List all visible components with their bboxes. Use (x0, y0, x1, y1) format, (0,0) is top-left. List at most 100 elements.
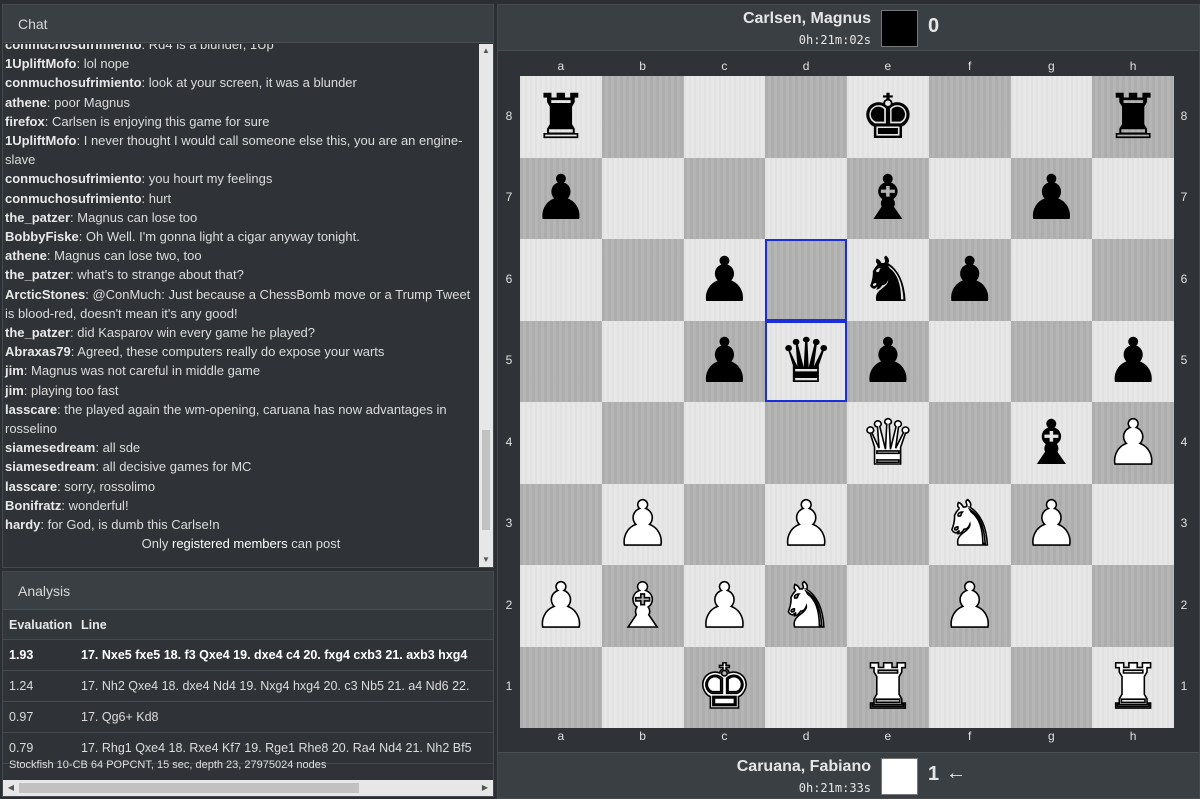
square-c8[interactable] (683, 76, 766, 158)
square-h6[interactable] (1092, 239, 1174, 321)
square-f8[interactable] (928, 76, 1011, 158)
black-pawn-icon[interactable]: ♟ (860, 330, 916, 392)
chat-nick[interactable]: siamesedream (5, 459, 95, 474)
square-f7[interactable] (928, 157, 1011, 239)
chess-board[interactable]: ♜ ♚ ♜ ♟ ♝ ♟ ♟ ♞ ♟ ♟ ♛ ♟ ♟ ♛ ♝ ♟ ♟ ♟ ♞ ♟ ♟ ♝ ♟ ♞ ♟ ♚ ♜ ♜ (520, 76, 1174, 728)
scroll-up-icon[interactable]: ▲ (479, 44, 493, 58)
square-g5[interactable] (1010, 320, 1093, 402)
chat-nick[interactable]: conmuchosufrimiento (5, 44, 142, 52)
chat-nick[interactable]: conmuchosufrimiento (5, 75, 142, 90)
white-rook-icon[interactable]: ♜ (859, 655, 916, 719)
square-a6[interactable] (520, 239, 602, 321)
square-f3[interactable]: ♞ (928, 483, 1011, 565)
square-g1[interactable] (1010, 646, 1093, 728)
square-d5[interactable]: ♛ (765, 320, 847, 402)
square-f4[interactable] (928, 402, 1011, 484)
chat-nick[interactable]: lasscare (5, 402, 57, 417)
scroll-right-icon[interactable]: ▶ (477, 780, 493, 796)
chat-nick[interactable]: the_patzer (5, 267, 70, 282)
square-g8[interactable] (1010, 76, 1093, 158)
square-a1[interactable] (520, 646, 602, 728)
chat-nick[interactable]: conmuchosufrimiento (5, 191, 142, 206)
square-b4[interactable] (601, 402, 684, 484)
square-a5[interactable] (520, 320, 602, 402)
square-h3[interactable] (1092, 483, 1174, 565)
square-h7[interactable] (1092, 157, 1174, 239)
square-e6[interactable]: ♞ (847, 239, 929, 321)
chat-scrollbar[interactable]: ▲ ▼ (479, 44, 493, 567)
black-rook-icon[interactable]: ♜ (533, 85, 589, 148)
white-pawn-icon[interactable]: ♟ (778, 492, 835, 556)
analysis-scrollbar[interactable]: ◀ ▶ (3, 780, 493, 796)
white-bishop-icon[interactable]: ♝ (614, 573, 671, 637)
chat-nick[interactable]: conmuchosufrimiento (5, 171, 142, 186)
square-f6[interactable]: ♟ (928, 239, 1011, 321)
chat-scroll-thumb[interactable] (482, 430, 490, 530)
analysis-row[interactable]: 1.93 17. Nxe5 fxe5 18. f3 Qxe4 19. dxe4 … (3, 640, 493, 671)
square-a8[interactable]: ♜ (520, 76, 602, 158)
square-f5[interactable] (928, 320, 1011, 402)
chat-nick[interactable]: 1UpliftMofo (5, 133, 76, 148)
square-a2[interactable]: ♟ (520, 565, 602, 647)
square-d3[interactable]: ♟ (765, 483, 847, 565)
square-e4[interactable]: ♛ (847, 402, 929, 484)
square-e5[interactable]: ♟ (847, 320, 929, 402)
square-f1[interactable] (928, 646, 1011, 728)
square-d1[interactable] (765, 646, 847, 728)
chat-nick[interactable]: athene (5, 248, 47, 263)
chat-nick[interactable]: ArcticStones (5, 287, 85, 302)
board-grid[interactable]: ♜ ♚ ♜ ♟ ♝ ♟ ♟ ♞ ♟ ♟ ♛ ♟ ♟ ♛ ♝ ♟ ♟ ♟ ♞ ♟ ♟ ♝ ♟ ♞ ♟ ♚ ♜ ♜ (520, 76, 1174, 728)
chat-nick[interactable]: athene (5, 95, 47, 110)
white-pawn-icon[interactable]: ♟ (1105, 410, 1162, 474)
white-rook-icon[interactable]: ♜ (1105, 655, 1162, 719)
square-b5[interactable] (601, 320, 684, 402)
chat-nick[interactable]: BobbyFiske (5, 229, 79, 244)
analysis-row[interactable]: 0.97 17. Qg6+ Kd8 (3, 702, 493, 733)
square-c2[interactable]: ♟ (683, 565, 766, 647)
square-c3[interactable] (683, 483, 766, 565)
chat-nick[interactable]: siamesedream (5, 440, 95, 455)
white-knight-icon[interactable]: ♞ (941, 492, 998, 556)
scroll-left-icon[interactable]: ◀ (3, 780, 19, 796)
black-pawn-icon[interactable]: ♟ (697, 248, 753, 311)
square-c5[interactable]: ♟ (683, 320, 766, 402)
square-g3[interactable]: ♟ (1010, 483, 1093, 565)
square-c4[interactable] (683, 402, 766, 484)
square-d2[interactable]: ♞ (765, 565, 847, 647)
square-e2[interactable] (847, 565, 929, 647)
square-a3[interactable] (520, 483, 602, 565)
black-king-icon[interactable]: ♚ (860, 85, 916, 148)
square-d4[interactable] (765, 402, 847, 484)
analysis-scroll-thumb[interactable] (19, 783, 359, 793)
square-g4[interactable]: ♝ (1010, 402, 1093, 484)
square-h5[interactable]: ♟ (1092, 320, 1174, 402)
black-pawn-icon[interactable]: ♟ (533, 167, 589, 229)
black-bishop-icon[interactable]: ♝ (860, 167, 916, 229)
chat-nick[interactable]: jim (5, 363, 24, 378)
white-pawn-icon[interactable]: ♟ (614, 492, 671, 556)
square-g2[interactable] (1010, 565, 1093, 647)
black-rook-icon[interactable]: ♜ (1105, 85, 1161, 148)
square-d8[interactable] (765, 76, 847, 158)
chat-nick[interactable]: lasscare (5, 479, 57, 494)
square-e7[interactable]: ♝ (847, 157, 929, 239)
square-b1[interactable] (601, 646, 684, 728)
square-a7[interactable]: ♟ (520, 157, 602, 239)
black-queen-icon[interactable]: ♛ (778, 330, 834, 392)
black-knight-icon[interactable]: ♞ (860, 248, 916, 311)
square-b3[interactable]: ♟ (601, 483, 684, 565)
square-b8[interactable] (601, 76, 684, 158)
chat-nick[interactable]: hardy (5, 517, 40, 532)
black-pawn-icon[interactable]: ♟ (697, 330, 753, 392)
chat-nick[interactable]: firefox (5, 114, 45, 129)
square-c1[interactable]: ♚ (683, 646, 766, 728)
white-pawn-icon[interactable]: ♟ (696, 573, 753, 637)
chat-nick[interactable]: 1UpliftMofo (5, 56, 76, 71)
square-b2[interactable]: ♝ (601, 565, 684, 647)
chat-nick[interactable]: the_patzer (5, 210, 70, 225)
square-d6[interactable] (765, 239, 847, 321)
square-h1[interactable]: ♜ (1092, 646, 1174, 728)
registered-members-link[interactable]: registered members (172, 536, 288, 551)
black-pawn-icon[interactable]: ♟ (1105, 330, 1161, 392)
black-pawn-icon[interactable]: ♟ (1024, 167, 1080, 229)
